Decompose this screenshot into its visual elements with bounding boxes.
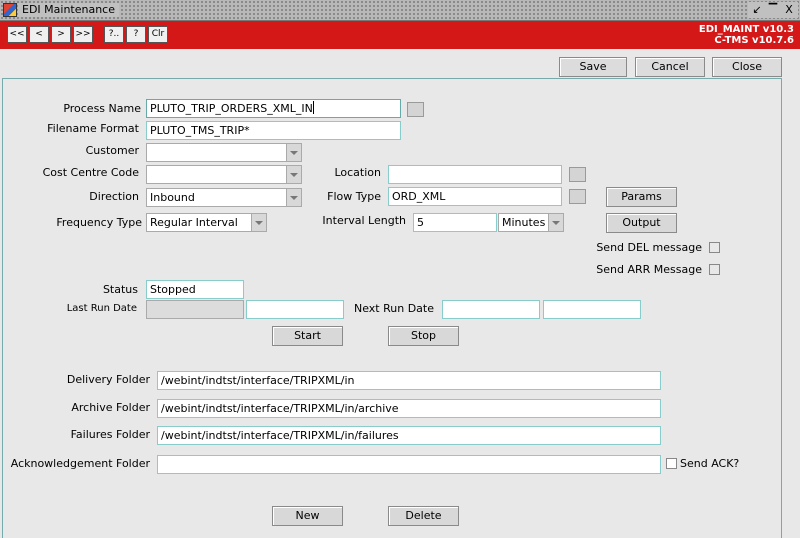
last-record-button[interactable]: >> [73,26,93,43]
send-del-checkbox[interactable] [709,242,720,253]
location-lov-button[interactable] [569,167,586,182]
close-button[interactable]: Close [712,57,782,77]
system-version: C-TMS v10.7.6 [714,35,794,46]
chevron-down-icon [548,214,563,231]
flow-type-lov-button[interactable] [569,189,586,204]
customer-label: Customer [85,144,139,157]
params-button[interactable]: Params [606,187,677,207]
save-button[interactable]: Save [559,57,627,77]
version-info: EDI_MAINT v10.3 C-TMS v10.7.6 [699,24,794,46]
process-name-label: Process Name [63,102,141,115]
direction-label: Direction [89,190,139,203]
interval-length-input[interactable]: 5 [413,213,497,232]
next-run-date-label: Next Run Date [353,302,434,315]
frequency-type-select[interactable]: Regular Interval [146,213,267,232]
window-title: EDI Maintenance [18,3,120,17]
acknowledgement-folder-label: Acknowledgement Folder [10,457,150,470]
send-arr-label: Send ARR Message [596,263,702,276]
restore-icon[interactable]: ↙ [750,3,764,17]
flow-type-input[interactable]: ORD_XML [388,187,562,206]
help-button[interactable]: ? [126,26,146,43]
send-arr-checkbox[interactable] [709,264,720,275]
last-run-time-field [246,300,344,319]
delivery-folder-input[interactable]: /webint/indtst/interface/TRIPXML/in [157,371,661,390]
filename-format-input[interactable]: PLUTO_TMS_TRIP* [146,121,401,140]
close-icon[interactable]: X [782,3,796,17]
chevron-down-icon [286,144,301,161]
start-button[interactable]: Start [272,326,343,346]
last-run-date-field [146,300,244,319]
send-ack-label: Send ACK? [680,457,740,470]
chevron-down-icon [286,189,301,206]
next-run-time-field [543,300,641,319]
location-label: Location [334,166,381,179]
app-icon [3,3,17,17]
interval-length-label: Interval Length [322,214,406,227]
new-button[interactable]: New [272,506,343,526]
query-button[interactable]: ?.. [104,26,124,43]
location-input[interactable] [388,165,562,184]
send-del-label: Send DEL message [596,241,702,254]
maximize-icon[interactable]: ▔ [766,3,780,17]
direction-select[interactable]: Inbound [146,188,302,207]
archive-folder-label: Archive Folder [71,401,150,414]
cost-centre-code-label: Cost Centre Code [42,166,139,179]
failures-folder-input[interactable]: /webint/indtst/interface/TRIPXML/in/fail… [157,426,661,445]
window-controls: ↙ ▔ X [748,2,798,18]
frequency-type-label: Frequency Type [56,216,142,229]
filename-format-label: Filename Format [47,122,139,135]
flow-type-label: Flow Type [327,190,381,203]
chevron-down-icon [251,214,266,231]
send-ack-checkbox[interactable] [666,458,677,469]
process-name-lov-button[interactable] [407,102,424,117]
window-titlebar[interactable]: EDI Maintenance ↙ ▔ X [0,0,800,21]
cancel-button[interactable]: Cancel [635,57,705,77]
output-button[interactable]: Output [606,213,677,233]
status-field: Stopped [146,280,244,299]
first-record-button[interactable]: << [7,26,27,43]
next-run-date-field [442,300,540,319]
archive-folder-input[interactable]: /webint/indtst/interface/TRIPXML/in/arch… [157,399,661,418]
status-label: Status [102,283,138,296]
delivery-folder-label: Delivery Folder [66,373,150,386]
delete-button[interactable]: Delete [388,506,459,526]
previous-record-button[interactable]: < [29,26,49,43]
module-version: EDI_MAINT v10.3 [698,24,794,35]
stop-button[interactable]: Stop [388,326,459,346]
cost-centre-code-select[interactable] [146,165,302,184]
failures-folder-label: Failures Folder [70,428,150,441]
process-name-input[interactable]: PLUTO_TRIP_ORDERS_XML_IN [146,99,401,118]
toolbar: << < > >> ?.. ? Clr EDI_MAINT v10.3 C-TM… [0,21,800,49]
last-run-date-label: Last Run Date [66,303,137,314]
clear-button[interactable]: Clr [148,26,168,43]
interval-unit-select[interactable]: Minutes [498,213,564,232]
customer-select[interactable] [146,143,302,162]
chevron-down-icon [286,166,301,183]
acknowledgement-folder-input[interactable] [157,455,661,474]
next-record-button[interactable]: > [51,26,71,43]
